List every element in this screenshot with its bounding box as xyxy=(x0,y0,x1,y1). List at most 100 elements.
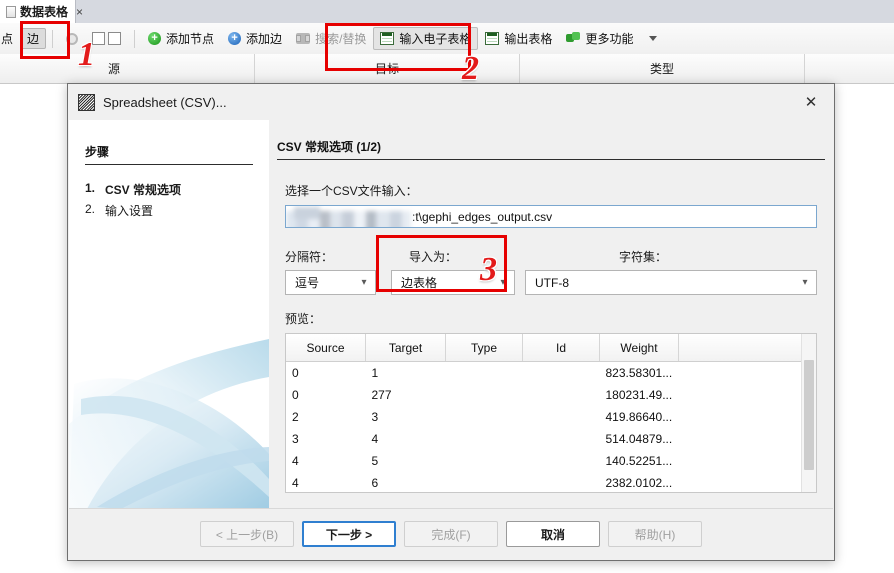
table-row[interactable]: 3 4 514.04879... xyxy=(286,428,816,450)
more-functions-button[interactable]: 更多功能 xyxy=(559,27,640,50)
toolbar-divider xyxy=(52,29,54,48)
cell-id xyxy=(523,428,600,450)
chevron-down-icon: ▾ xyxy=(500,277,506,288)
column-header-type[interactable]: 类型 xyxy=(520,54,805,83)
search-replace-button[interactable]: 搜索/替换 xyxy=(289,27,373,50)
separator-value: 逗号 xyxy=(295,276,320,290)
step-number: 2. xyxy=(85,202,96,216)
tab-label: 数据表格 xyxy=(20,5,69,19)
preview-section: 预览： Source Target Type Id Weight 0 1 823… xyxy=(285,310,817,493)
table-row[interactable]: 2 3 419.86640... xyxy=(286,406,816,428)
charset-combo[interactable]: UTF-8 ▾ xyxy=(525,270,817,295)
file-label: 选择一个CSV文件输入： xyxy=(285,184,418,198)
cell-id xyxy=(523,406,600,428)
table-row[interactable]: 4 5 140.52251... xyxy=(286,450,816,472)
next-button[interactable]: 下一步 > xyxy=(302,521,396,547)
spreadsheet-icon xyxy=(485,32,500,45)
cell-type xyxy=(446,406,523,428)
back-button[interactable]: < 上一步(B) xyxy=(200,521,294,547)
tab-data-table[interactable]: 数据表格 × xyxy=(0,0,83,23)
table-row[interactable]: 0 1 823.58301... xyxy=(286,362,816,385)
import-as-combo[interactable]: 边表格 ▾ xyxy=(391,270,515,295)
cell-id xyxy=(523,450,600,472)
import-as-label: 导入为： xyxy=(409,250,458,264)
dialog-close-button[interactable]: ✕ xyxy=(788,84,834,120)
import-spreadsheet-button[interactable]: 输入电子表格 xyxy=(373,27,479,50)
chevron-down-icon xyxy=(649,36,658,41)
preview-col-id[interactable]: Id xyxy=(522,334,600,362)
gephi-logo-icon xyxy=(78,93,95,111)
step-number: 1. xyxy=(85,181,96,195)
cell-blank xyxy=(679,450,817,472)
redacted-path-overlay xyxy=(286,207,411,227)
column-header-target[interactable]: 目标 xyxy=(255,54,520,83)
cell-id xyxy=(523,384,600,406)
preview-header-row: Source Target Type Id Weight xyxy=(286,334,816,362)
separator-combo[interactable]: 逗号 ▾ xyxy=(285,270,376,295)
cell-blank xyxy=(679,362,817,385)
spreadsheet-icon xyxy=(380,32,395,45)
columns-visibility-button[interactable] xyxy=(85,28,128,49)
preview-col-target[interactable]: Target xyxy=(365,334,446,362)
table-row[interactable]: 0 277 180231.49... xyxy=(286,384,816,406)
toolbar: 点 边 + 添加节点 + 添加边 搜索/替换 输入电子表格 输出表格 更多功能 xyxy=(0,23,894,55)
cell-source: 4 xyxy=(292,476,299,490)
data-table-header: 源 目标 类型 xyxy=(0,54,894,84)
preview-col-weight[interactable]: Weight xyxy=(599,334,679,362)
cell-weight: 514.04879... xyxy=(605,432,673,446)
cancel-button[interactable]: 取消 xyxy=(506,521,600,547)
cell-type xyxy=(446,428,523,450)
cell-id xyxy=(523,472,600,492)
add-edge-button[interactable]: + 添加边 xyxy=(221,27,289,50)
edge-toggle-button[interactable]: 边 xyxy=(20,28,47,49)
column-header-source[interactable]: 源 xyxy=(100,54,255,83)
pane-divider xyxy=(277,159,825,160)
cell-source: 0 xyxy=(292,366,299,380)
more-functions-label: 更多功能 xyxy=(585,32,634,46)
cell-target: 4 xyxy=(371,432,379,446)
cell-blank xyxy=(679,384,817,406)
scrollbar-thumb[interactable] xyxy=(804,360,814,470)
preview-col-source[interactable]: Source xyxy=(286,334,366,362)
steps-panel: 步骤 1. CSV 常规选项 2. 输入设置 xyxy=(69,120,270,509)
cell-weight: 419.86640... xyxy=(605,410,673,424)
two-columns-icon xyxy=(92,32,122,45)
plus-blue-icon: + xyxy=(228,32,242,45)
preview-col-type[interactable]: Type xyxy=(445,334,523,362)
finish-button[interactable]: 完成(F) xyxy=(404,521,498,547)
file-path-input[interactable]: :t\gephi_edges_output.csv xyxy=(285,205,817,228)
cell-target: 3 xyxy=(371,410,379,424)
cell-weight: 180231.49... xyxy=(605,388,673,402)
cell-blank xyxy=(679,406,817,428)
preview-scrollbar[interactable] xyxy=(801,334,816,492)
table-row[interactable]: 4 6 2382.0102... xyxy=(286,472,816,492)
toolbar-divider-2 xyxy=(134,29,136,48)
cell-id xyxy=(523,362,600,385)
node-toggle-button[interactable]: 点 xyxy=(0,28,20,49)
puzzle-icon xyxy=(566,32,581,45)
charset-value: UTF-8 xyxy=(535,275,569,290)
help-button[interactable]: 帮助(H) xyxy=(608,521,702,547)
pane-title: CSV 常规选项 (1/2) xyxy=(277,140,382,154)
table-icon xyxy=(6,5,16,18)
step-label: 输入设置 xyxy=(105,204,154,218)
cell-type xyxy=(446,384,523,406)
binoculars-icon xyxy=(296,33,311,44)
steps-list: 1. CSV 常规选项 2. 输入设置 xyxy=(69,179,269,221)
decorative-swoosh-graphic xyxy=(69,329,269,509)
gear-icon xyxy=(66,32,79,45)
add-node-button[interactable]: + 添加节点 xyxy=(141,27,221,50)
preview-label: 预览： xyxy=(285,312,322,326)
add-edge-label: 添加边 xyxy=(246,32,283,46)
cell-blank xyxy=(679,428,817,450)
toolbar-overflow-button[interactable] xyxy=(640,27,664,50)
file-chooser-row: 选择一个CSV文件输入： :t\gephi_edges_output.csv xyxy=(285,182,817,228)
close-icon[interactable]: × xyxy=(76,6,83,18)
export-table-button[interactable]: 输出表格 xyxy=(478,27,559,50)
preview-table-container: Source Target Type Id Weight 0 1 823.583… xyxy=(285,333,817,493)
cell-weight: 823.58301... xyxy=(605,366,673,380)
cell-source: 4 xyxy=(292,454,299,468)
tab-strip: 数据表格 × xyxy=(0,0,894,24)
configuration-button[interactable] xyxy=(59,28,85,49)
export-table-label: 输出表格 xyxy=(504,32,553,46)
